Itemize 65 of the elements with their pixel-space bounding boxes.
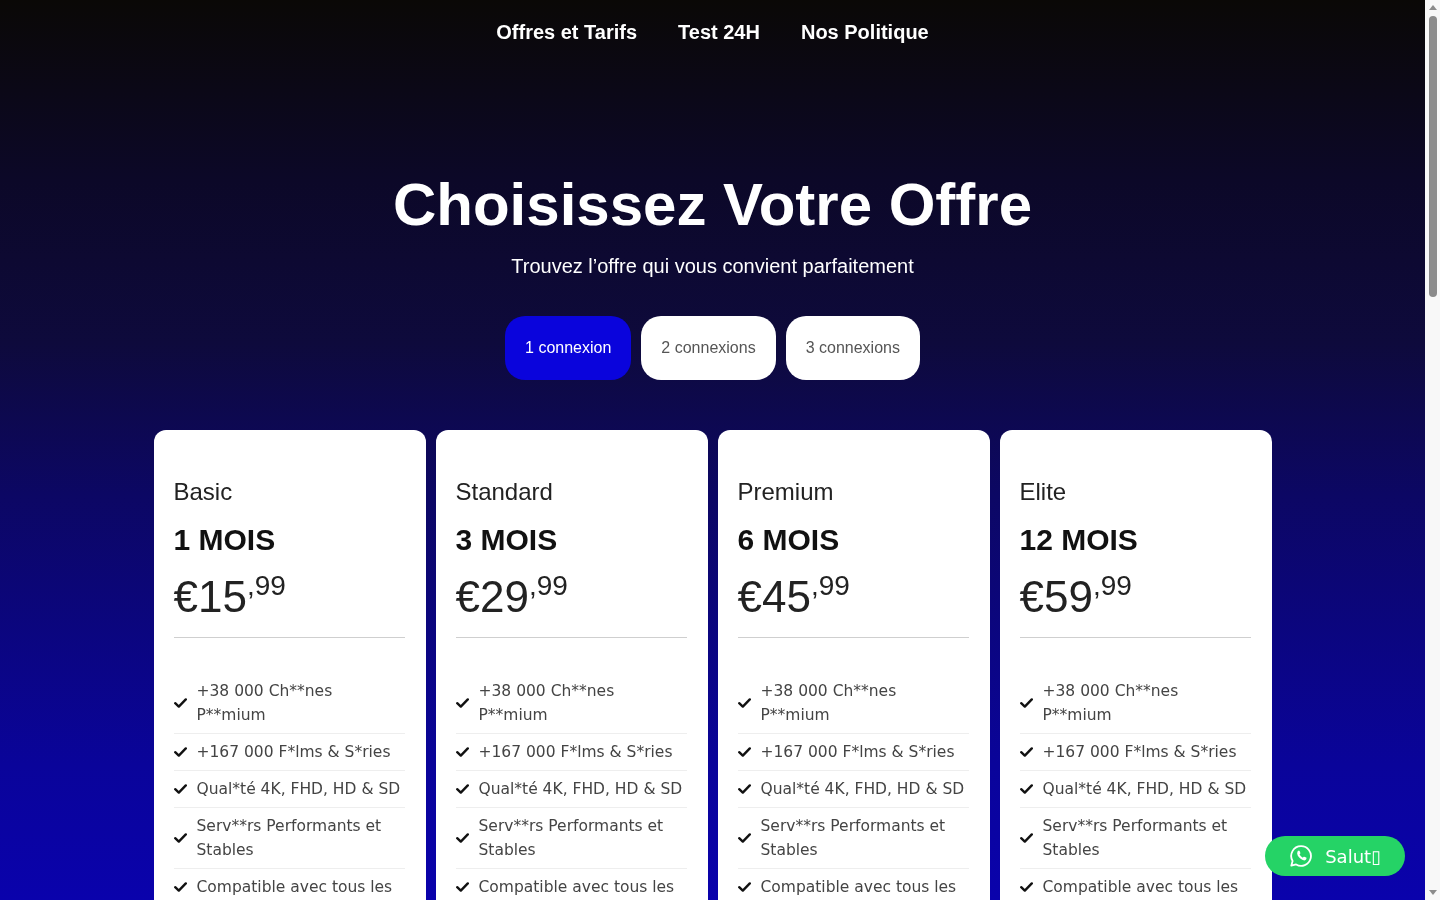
feature-text: Serv**rs Performants et Stables <box>478 816 665 861</box>
check-icon <box>1019 833 1033 843</box>
feature-text: +167 000 F*lms & S*ries <box>1042 742 1237 763</box>
check-icon <box>173 882 187 892</box>
nav-link[interactable]: Test 24H <box>678 20 760 44</box>
check-icon <box>737 833 751 843</box>
plan-name: Elite <box>1019 477 1068 507</box>
check-icon <box>737 882 751 892</box>
check-icon <box>737 698 751 708</box>
feature-text: Compatible avec tous les <box>196 877 393 898</box>
plan-price: €15$^{,99}$ <box>173 569 287 623</box>
connection-option[interactable]: 3 connexions <box>785 316 920 380</box>
check-icon <box>1019 698 1033 708</box>
plan-name: Premium <box>737 477 835 507</box>
feature-text: Compatible avec tous les <box>1042 877 1239 898</box>
feature-text: +38 000 Ch**nes P**mium <box>1042 681 1180 726</box>
check-icon <box>455 882 469 892</box>
feature-text: Qual*té 4K, FHD, HD & SD <box>478 779 683 800</box>
feature-text: Qual*té 4K, FHD, HD & SD <box>760 779 965 800</box>
connection-option[interactable]: 1 connexion <box>505 316 632 380</box>
check-icon <box>173 747 187 757</box>
check-icon <box>455 833 469 843</box>
check-icon <box>173 784 187 794</box>
check-icon <box>737 784 751 794</box>
feature-text: Serv**rs Performants et Stables <box>1042 816 1229 861</box>
plan-duration: 1 MOIS <box>173 522 277 558</box>
phone-chat-icon <box>1289 844 1314 868</box>
feature-text: +167 000 F*lms & S*ries <box>478 742 673 763</box>
plan-duration: 6 MOIS <box>737 522 841 558</box>
check-icon <box>1019 882 1033 892</box>
feature-text: Qual*té 4K, FHD, HD & SD <box>196 779 401 800</box>
feature-text: Serv**rs Performants et Stables <box>760 816 947 861</box>
feature-text: +167 000 F*lms & S*ries <box>760 742 955 763</box>
nav-link[interactable]: Nos Politique <box>800 20 929 44</box>
plan-price: €45$^{,99}$ <box>737 569 851 623</box>
check-icon <box>173 698 187 708</box>
plan-duration: 12 MOIS <box>1019 522 1139 558</box>
check-icon <box>1019 747 1033 757</box>
check-icon <box>455 747 469 757</box>
feature-text: +38 000 Ch**nes P**mium <box>478 681 616 726</box>
scrollbar-thumb[interactable] <box>1428 16 1437 297</box>
plan-name: Basic <box>173 477 234 507</box>
feature-text: Serv**rs Performants et Stables <box>196 816 383 861</box>
page-title: Choisissez Votre Offre <box>392 170 1033 240</box>
connection-option[interactable]: 2 connexions <box>641 316 776 380</box>
plan-name: Standard <box>455 477 554 507</box>
check-icon <box>1019 784 1033 794</box>
plan-price: €29$^{,99}$ <box>455 569 569 623</box>
plan-price: €59$^{,99}$ <box>1019 569 1133 623</box>
feature-text: Compatible avec tous les <box>760 877 957 898</box>
check-icon <box>455 784 469 794</box>
feature-text: +38 000 Ch**nes P**mium <box>196 681 334 726</box>
scroll-up-arrow-icon[interactable] <box>1428 5 1437 10</box>
scroll-down-arrow-icon[interactable] <box>1428 890 1437 895</box>
feature-text: +38 000 Ch**nes P**mium <box>760 681 898 726</box>
scrollbar[interactable] <box>1425 0 1440 900</box>
page-subtitle: Trouvez l’offre qui vous convient parfaitement <box>511 254 914 279</box>
feature-text: +167 000 F*lms & S*ries <box>196 742 391 763</box>
check-icon <box>173 833 187 843</box>
feature-text: Qual*té 4K, FHD, HD & SD <box>1042 779 1247 800</box>
plan-duration: 3 MOIS <box>455 522 559 558</box>
nav-link[interactable]: Offres et Tarifs <box>496 20 638 44</box>
check-icon <box>455 698 469 708</box>
feature-text: Compatible avec tous les <box>478 877 675 898</box>
check-icon <box>737 747 751 757</box>
